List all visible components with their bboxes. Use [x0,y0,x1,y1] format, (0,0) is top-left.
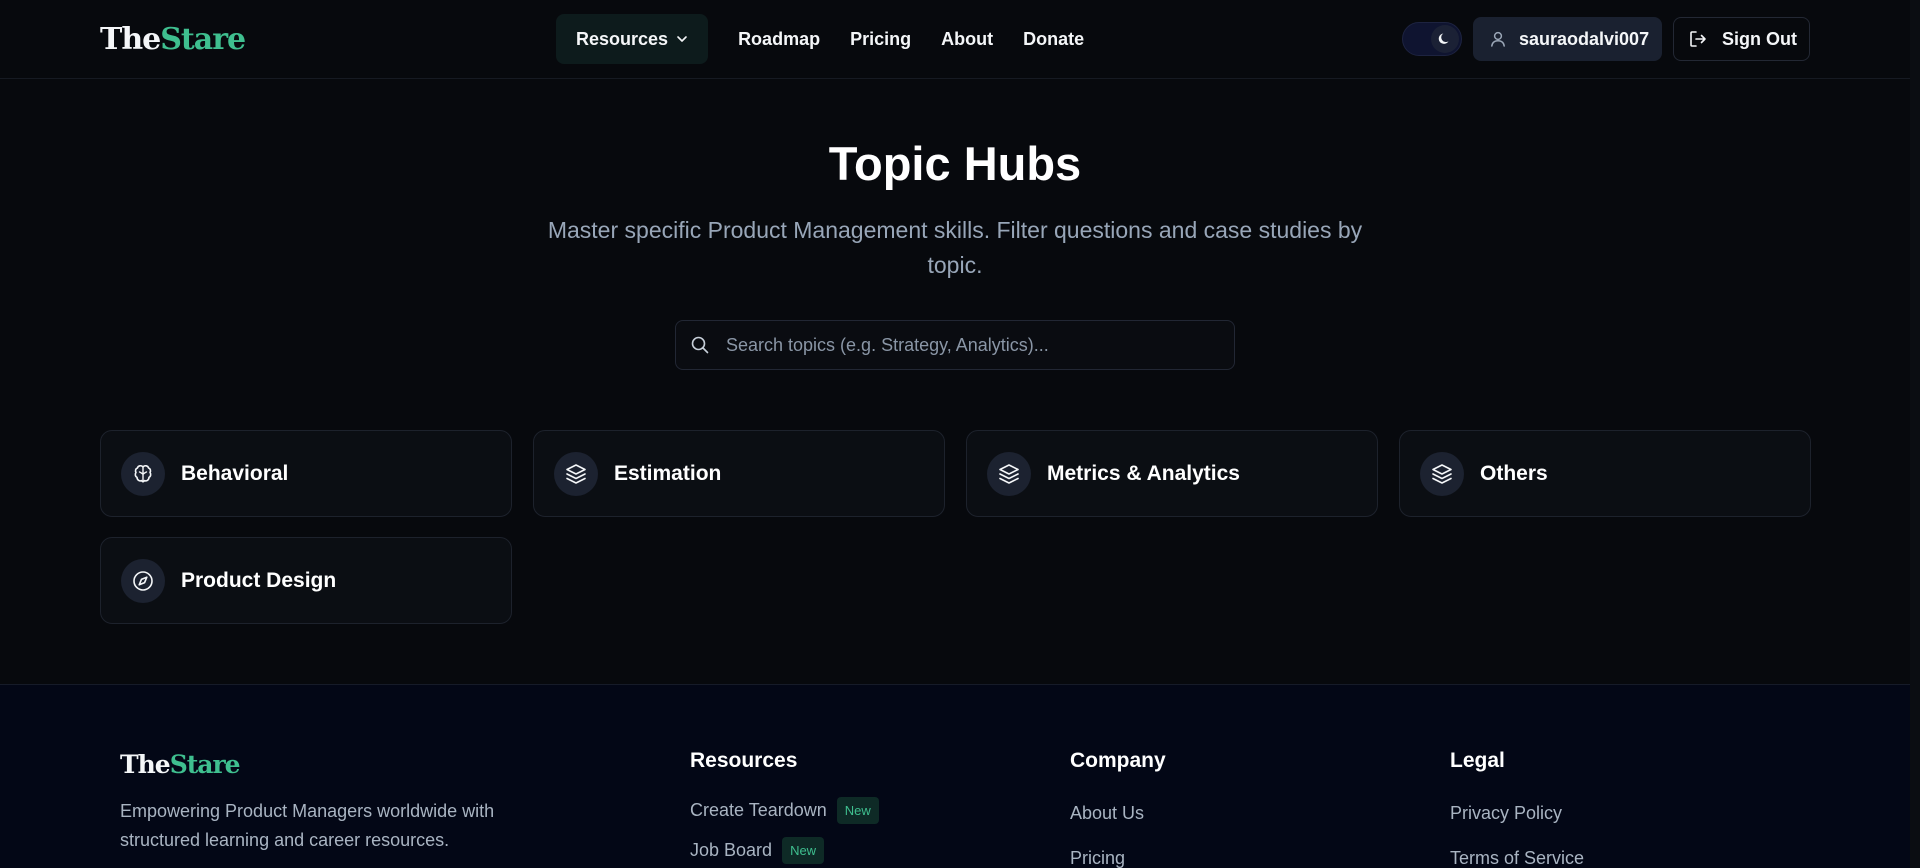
footer-link-pricing[interactable]: Pricing [1070,848,1125,868]
nav-donate[interactable]: Donate [1023,29,1084,50]
chevron-down-icon [677,36,687,42]
topic-card-product-design[interactable]: Product Design [100,537,512,624]
site-footer: TheStare Empowering Product Managers wor… [0,684,1910,868]
layers-icon [554,451,598,496]
nav-pricing[interactable]: Pricing [850,29,911,50]
footer-legal-column: Legal [1450,749,1505,773]
footer-resources-heading: Resources [690,749,798,772]
page: TheStare Resources Roadmap Pricing About… [0,0,1910,868]
topic-card-behavioral[interactable]: Behavioral [100,430,512,517]
footer-link-privacy-policy[interactable]: Privacy Policy [1450,803,1562,824]
topic-card-metrics-analytics[interactable]: Metrics & Analytics [966,430,1378,517]
page-scrollbar[interactable] [1910,0,1920,868]
layers-icon [987,451,1031,496]
topic-card-label: Others [1480,461,1548,485]
nav-about[interactable]: About [941,29,993,50]
new-badge: New [836,797,879,824]
theme-toggle[interactable] [1402,22,1462,56]
footer-logo[interactable]: TheStare [120,750,241,779]
topic-card-label: Estimation [614,461,722,485]
site-logo[interactable]: TheStare [100,22,246,57]
page-title: Topic Hubs [828,137,1082,190]
theme-knob [1431,25,1459,53]
topic-search-box [675,320,1235,370]
log-out-icon [1690,31,1706,47]
topic-card-estimation[interactable]: Estimation [533,430,945,517]
footer-description: Empowering Product Managers worldwide wi… [120,801,495,850]
top-navbar: TheStare Resources Roadmap Pricing About… [0,0,1910,79]
user-menu-button[interactable]: sauraodalvi007 [1473,17,1662,61]
footer-legal-heading: Legal [1450,749,1505,772]
topic-card-label: Metrics & Analytics [1047,461,1240,485]
nav-resources-dropdown[interactable]: Resources [556,14,709,64]
sign-out-button[interactable]: Sign Out [1673,17,1810,61]
search-icon [691,336,709,354]
compass-icon [121,558,165,603]
sign-out-label: Sign Out [1722,28,1797,49]
layers-icon [1420,451,1464,496]
footer-link-label: Create Teardown [690,800,827,820]
new-badge: New [782,837,825,864]
footer-company-column: Company [1070,749,1166,773]
footer-link-terms-of-service[interactable]: Terms of Service [1450,848,1584,868]
page-subtitle: Master specific Product Management skill… [547,217,1363,278]
footer-link-about-us[interactable]: About Us [1070,803,1144,824]
topic-card-others[interactable]: Others [1399,430,1811,517]
nav-resources-label: Resources [576,28,669,49]
topic-card-label: Product Design [181,568,337,592]
nav-roadmap[interactable]: Roadmap [738,29,820,50]
footer-link-create-teardown[interactable]: Create Teardown New [690,797,879,824]
moon-icon [1438,33,1449,44]
logo-stare: Stare [160,22,246,57]
footer-link-job-board[interactable]: Job Board New [690,837,825,864]
brain-icon [121,451,165,496]
username-label: sauraodalvi007 [1519,28,1650,49]
footer-company-heading: Company [1070,749,1166,772]
footer-resources-column: Resources [690,749,797,773]
footer-logo-the: The [120,750,171,779]
topic-search-input[interactable] [726,334,1234,356]
user-icon [1491,31,1505,47]
footer-link-label: Job Board [690,840,773,860]
logo-the: The [100,22,161,57]
main-nav: Resources Roadmap Pricing About Donate [556,14,1084,64]
topic-card-label: Behavioral [181,461,289,485]
footer-logo-stare: Stare [169,750,241,779]
